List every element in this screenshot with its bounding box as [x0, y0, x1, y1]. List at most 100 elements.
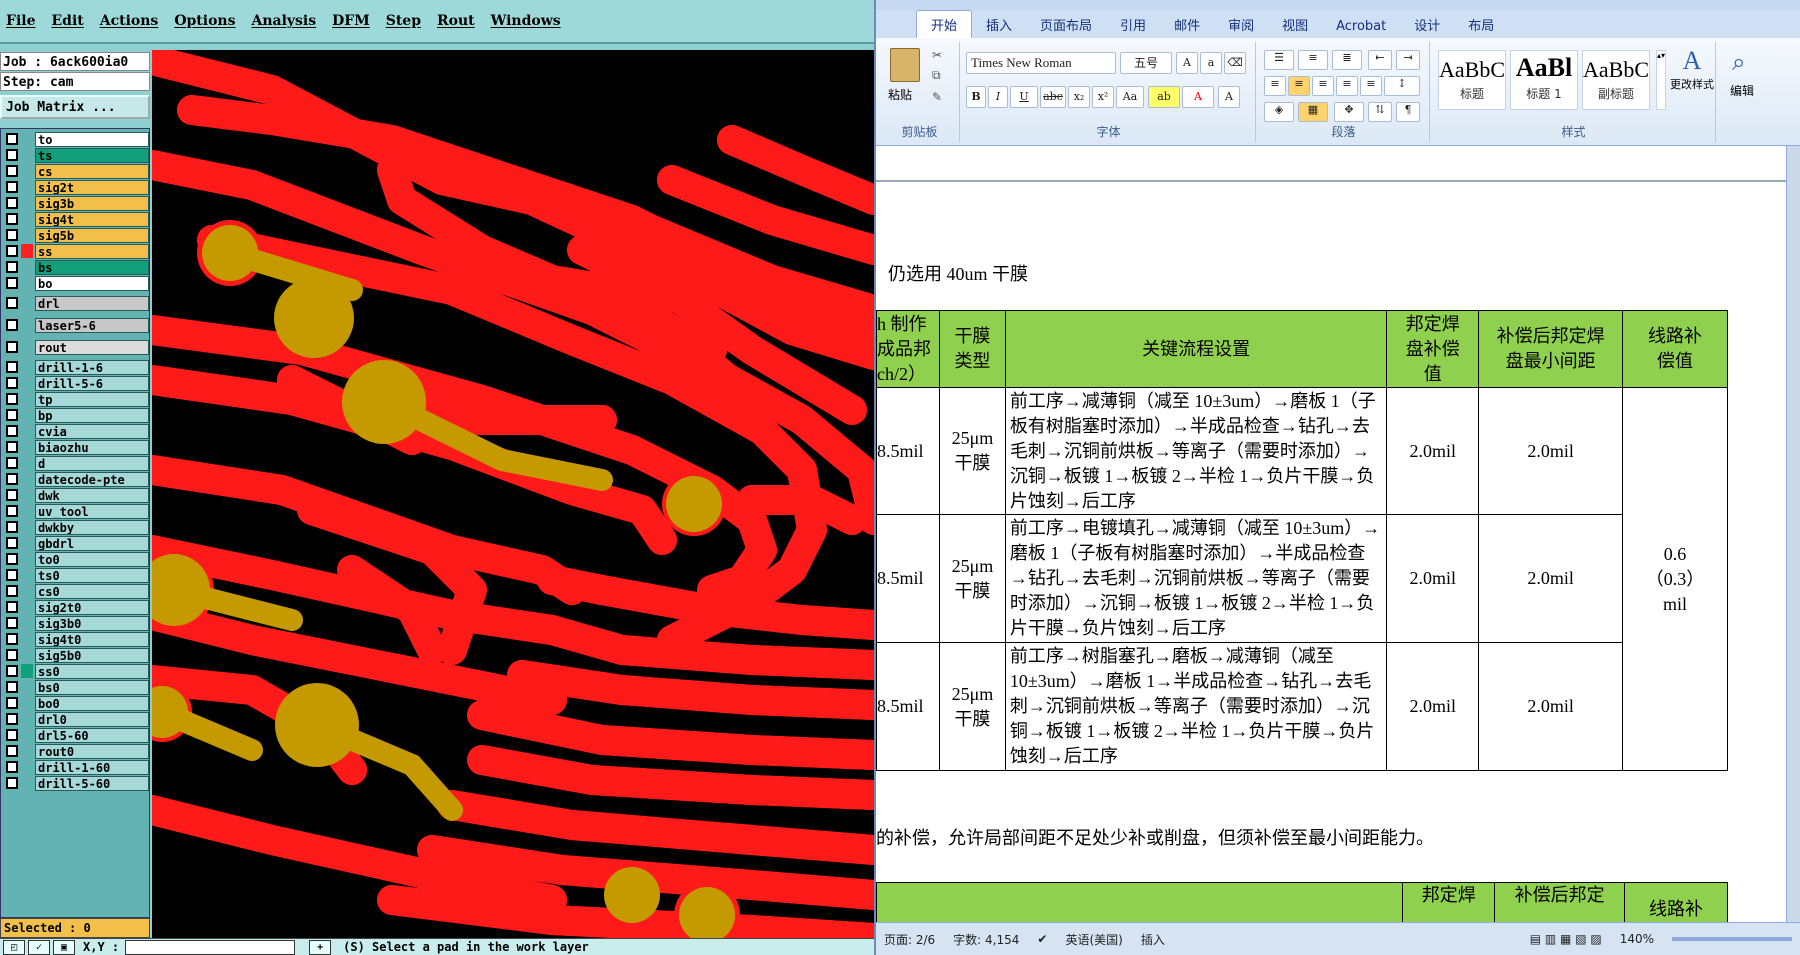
multilevel-icon[interactable]: ≣ [1332, 50, 1362, 70]
layer-row[interactable]: ts [1, 147, 149, 163]
zoom-slider[interactable] [1672, 937, 1792, 941]
insert-mode[interactable]: 插入 [1141, 931, 1165, 948]
layer-row[interactable]: ts0 [1, 567, 149, 583]
layer-checkbox[interactable] [6, 553, 18, 565]
layer-color-swatch[interactable] [21, 552, 33, 566]
zoom-level[interactable]: 140% [1620, 932, 1654, 946]
layer-name[interactable]: sig3b0 [35, 615, 149, 631]
layer-color-swatch[interactable] [21, 260, 33, 274]
layer-color-swatch[interactable] [21, 536, 33, 550]
layer-name[interactable]: sig5b0 [35, 647, 149, 663]
layer-name[interactable]: drill-5-6 [35, 375, 149, 391]
layer-checkbox[interactable] [6, 729, 18, 741]
layer-color-swatch[interactable] [21, 520, 33, 534]
layer-name[interactable]: drill-1-6 [35, 359, 149, 375]
bullets-icon[interactable]: ☰ [1264, 50, 1294, 70]
layer-row[interactable]: drill-1-6 [1, 359, 149, 375]
layer-color-swatch[interactable] [21, 776, 33, 790]
layer-row[interactable]: bs0 [1, 679, 149, 695]
layer-row[interactable]: gbdrl [1, 535, 149, 551]
layer-name[interactable]: drill-1-60 [35, 759, 149, 775]
layer-name[interactable]: dwk [35, 487, 149, 503]
layer-checkbox[interactable] [6, 245, 18, 257]
tab-design[interactable]: 设计 [1400, 11, 1454, 38]
layer-name[interactable]: laser5-6 [35, 317, 149, 333]
page-count[interactable]: 页面: 2/6 [884, 931, 935, 948]
layer-row[interactable]: drill-5-6 [1, 375, 149, 391]
layer-row[interactable]: bp [1, 407, 149, 423]
layer-name[interactable]: dwkby [35, 519, 149, 535]
tab-view[interactable]: 视图 [1268, 11, 1322, 38]
layer-color-swatch[interactable] [21, 648, 33, 662]
layer-color-swatch[interactable] [21, 318, 33, 332]
tab-mailings[interactable]: 邮件 [1160, 11, 1214, 38]
distributed-icon[interactable]: ≡ [1360, 76, 1382, 96]
layer-row[interactable]: sig3b [1, 195, 149, 211]
layer-checkbox[interactable] [6, 617, 18, 629]
sort-icon[interactable]: ⇅ [1368, 102, 1392, 122]
layer-name[interactable]: datecode-pte [35, 471, 149, 487]
italic-icon[interactable]: I [988, 86, 1008, 108]
align-right-icon[interactable]: ≡ [1312, 76, 1334, 96]
increase-indent-icon[interactable]: ⇥ [1396, 50, 1420, 70]
format-painter-icon[interactable]: ✎ [932, 90, 942, 104]
layer-checkbox[interactable] [6, 393, 18, 405]
layer-color-swatch[interactable] [21, 728, 33, 742]
layer-color-swatch[interactable] [21, 340, 33, 354]
layer-color-swatch[interactable] [21, 180, 33, 194]
language[interactable]: 英语(美国) [1065, 931, 1122, 948]
vertical-scrollbar[interactable] [1786, 146, 1800, 922]
layer-color-swatch[interactable] [21, 148, 33, 162]
layer-color-swatch[interactable] [21, 408, 33, 422]
layer-name[interactable]: to0 [35, 551, 149, 567]
layer-row[interactable]: drl [1, 295, 149, 311]
layer-row[interactable]: datecode-pte [1, 471, 149, 487]
layer-checkbox[interactable] [6, 361, 18, 373]
layer-color-swatch[interactable] [21, 424, 33, 438]
layer-name[interactable]: cs0 [35, 583, 149, 599]
layer-checkbox[interactable] [6, 505, 18, 517]
job-matrix-button[interactable]: Job Matrix ... [0, 95, 150, 119]
layer-row[interactable]: bo0 [1, 695, 149, 711]
subscript-icon[interactable]: x₂ [1068, 86, 1090, 108]
layer-color-swatch[interactable] [21, 212, 33, 226]
tab-references[interactable]: 引用 [1106, 11, 1160, 38]
menu-step[interactable]: Step [386, 13, 421, 29]
layer-name[interactable]: bo0 [35, 695, 149, 711]
layer-checkbox[interactable] [6, 409, 18, 421]
layer-name[interactable]: sig3b [35, 195, 149, 211]
layer-color-swatch[interactable] [21, 632, 33, 646]
layer-checkbox[interactable] [6, 649, 18, 661]
layer-row[interactable]: cs0 [1, 583, 149, 599]
menu-actions[interactable]: Actions [100, 13, 159, 29]
layer-checkbox[interactable] [6, 665, 18, 677]
layer-checkbox[interactable] [6, 601, 18, 613]
layer-checkbox[interactable] [6, 713, 18, 725]
layer-row[interactable]: drill-1-60 [1, 759, 149, 775]
layer-checkbox[interactable] [6, 149, 18, 161]
layer-color-swatch[interactable] [21, 712, 33, 726]
layer-checkbox[interactable] [6, 181, 18, 193]
layer-color-swatch[interactable] [21, 616, 33, 630]
layer-color-swatch[interactable] [21, 760, 33, 774]
menu-dfm[interactable]: DFM [332, 13, 370, 29]
layer-checkbox[interactable] [6, 585, 18, 597]
layer-row[interactable]: rout0 [1, 743, 149, 759]
layer-color-swatch[interactable] [21, 696, 33, 710]
layer-color-swatch[interactable] [21, 456, 33, 470]
asian-layout-icon[interactable]: ✥ [1334, 102, 1364, 122]
layer-color-swatch[interactable] [21, 584, 33, 598]
layer-row[interactable]: sig5b0 [1, 647, 149, 663]
layer-row[interactable]: to [1, 131, 149, 147]
layer-name[interactable]: rout0 [35, 743, 149, 759]
layer-color-swatch[interactable] [21, 132, 33, 146]
layer-row[interactable]: drl0 [1, 711, 149, 727]
layer-checkbox[interactable] [6, 297, 18, 309]
layer-row[interactable]: drl5-60 [1, 727, 149, 743]
layer-row[interactable]: biaozhu [1, 439, 149, 455]
menu-analysis[interactable]: Analysis [251, 13, 316, 29]
layer-color-swatch[interactable] [21, 296, 33, 310]
layer-name[interactable]: sig2t0 [35, 599, 149, 615]
layer-name[interactable]: bp [35, 407, 149, 423]
layer-color-swatch[interactable] [21, 244, 33, 258]
